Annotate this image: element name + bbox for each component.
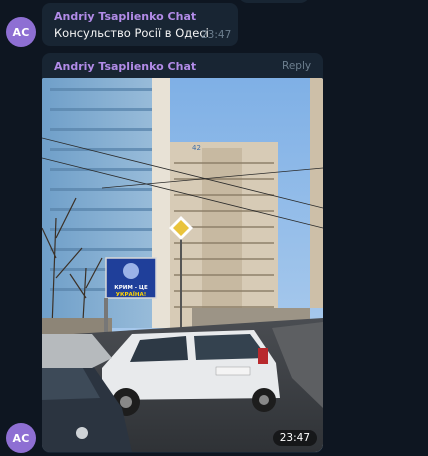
billboard-text: УКРАЇНА!	[116, 291, 146, 298]
reply-button[interactable]: Reply	[282, 60, 311, 72]
building-number: 42	[192, 144, 201, 152]
message-text: Консульство Росії в Одесі	[54, 26, 209, 40]
chat-view: AC Andriy Tsaplienko Chat Консульство Ро…	[0, 0, 428, 456]
sender-name[interactable]: Andriy Tsaplienko Chat	[54, 10, 196, 23]
avatar[interactable]: AC	[6, 423, 36, 453]
message-time: 23:47	[272, 430, 317, 446]
billboard-text: КРИМ - ЦЕ	[114, 285, 148, 291]
message-time: 23:47	[201, 29, 232, 41]
message-bubble[interactable]: Andriy Tsaplienko Chat Консульство Росії…	[42, 3, 238, 46]
avatar[interactable]: AC	[6, 17, 36, 47]
message-photo[interactable]: 42 КРИМ - ЦЕ УКРАЇНА! 23:47	[42, 78, 323, 452]
sender-name[interactable]: Andriy Tsaplienko Chat	[54, 60, 196, 73]
street-photo-illustration: 42 КРИМ - ЦЕ УКРАЇНА!	[42, 78, 323, 452]
previous-message-bubble	[238, 0, 310, 3]
